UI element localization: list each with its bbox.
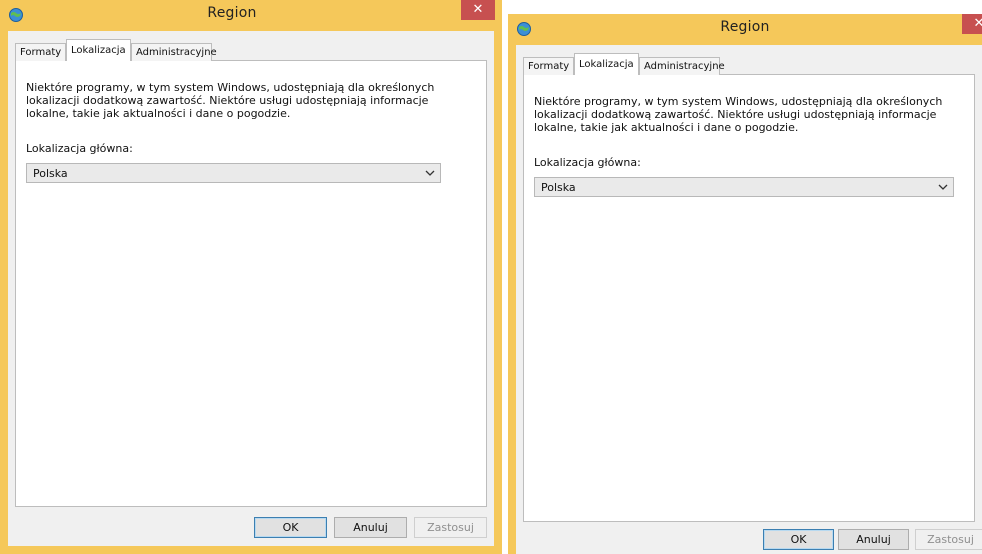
tab-administracyjne[interactable]: Administracyjne xyxy=(131,43,217,61)
location-dropdown[interactable]: Polska xyxy=(26,163,441,183)
close-button[interactable]: ✕ xyxy=(461,0,495,20)
close-icon: ✕ xyxy=(973,16,982,31)
region-dialog-right: Region ✕ Formaty Lokalizacja Administrac… xyxy=(508,14,982,554)
dialog-client-area: Formaty Lokalizacja Administracyjne Niek… xyxy=(8,31,494,546)
dialog-client-area: Formaty Lokalizacja Administracyjne Niek… xyxy=(516,45,982,554)
window-title: Region xyxy=(207,5,257,21)
title-bar[interactable]: Region ✕ xyxy=(0,0,502,30)
tab-formaty[interactable]: Formaty xyxy=(523,57,574,75)
tab-formaty[interactable]: Formaty xyxy=(15,43,66,61)
cancel-button[interactable]: Anuluj xyxy=(838,529,909,550)
apply-button[interactable]: Zastosuj xyxy=(414,517,487,538)
description-text: Niektóre programy, w tym system Windows,… xyxy=(534,95,943,134)
location-value: Polska xyxy=(541,181,576,194)
window-title: Region xyxy=(720,19,770,35)
description-text: Niektóre programy, w tym system Windows,… xyxy=(26,81,435,120)
close-icon: ✕ xyxy=(472,2,484,17)
ok-button[interactable]: OK xyxy=(254,517,327,538)
tab-panel-lokalizacja: Niektóre programy, w tym system Windows,… xyxy=(523,74,975,522)
ok-button[interactable]: OK xyxy=(763,529,834,550)
location-label: Lokalizacja główna: xyxy=(534,156,641,169)
location-dropdown[interactable]: Polska xyxy=(534,177,954,197)
close-button[interactable]: ✕ xyxy=(962,14,982,34)
tab-administracyjne[interactable]: Administracyjne xyxy=(639,57,725,75)
region-dialog-left: Region ✕ Formaty Lokalizacja Administrac… xyxy=(0,0,502,554)
apply-button[interactable]: Zastosuj xyxy=(915,529,982,550)
chevron-down-icon xyxy=(938,184,948,190)
location-label: Lokalizacja główna: xyxy=(26,142,133,155)
tab-lokalizacja[interactable]: Lokalizacja xyxy=(66,39,131,61)
title-bar[interactable]: Region ✕ xyxy=(508,14,982,44)
tab-lokalizacja[interactable]: Lokalizacja xyxy=(574,53,639,75)
tab-panel-lokalizacja: Niektóre programy, w tym system Windows,… xyxy=(15,60,487,507)
cancel-button[interactable]: Anuluj xyxy=(334,517,407,538)
location-value: Polska xyxy=(33,167,68,180)
chevron-down-icon xyxy=(425,170,435,176)
